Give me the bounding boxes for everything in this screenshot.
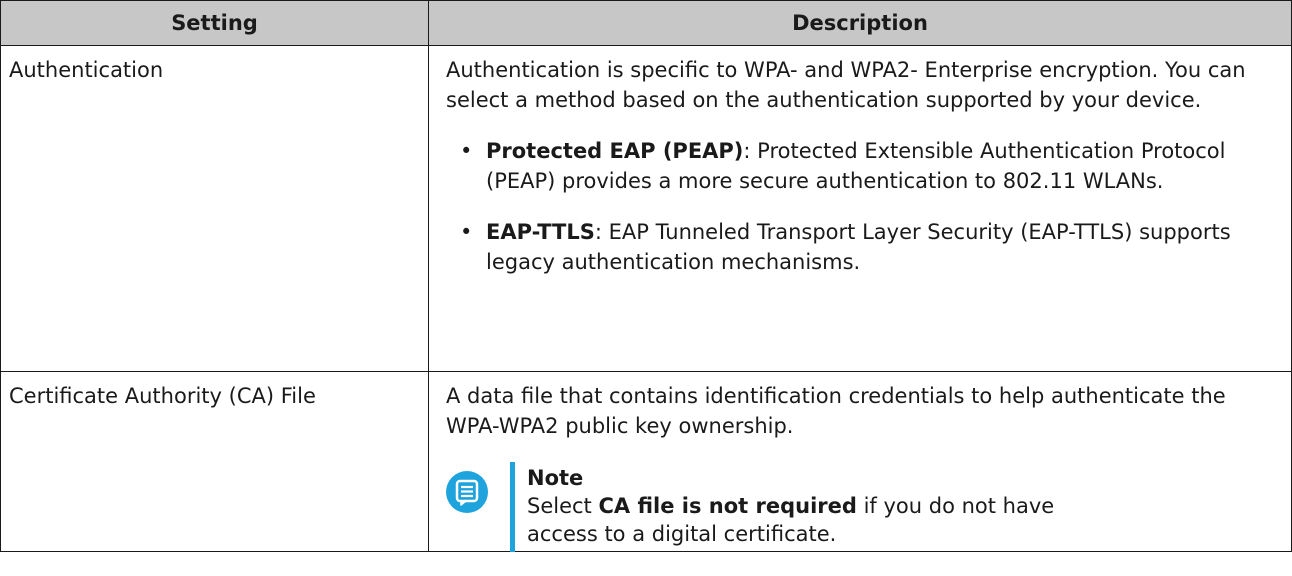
note-suffix: if you do not have [856, 494, 1055, 518]
description-cell: A data file that contains identification… [428, 371, 1292, 552]
table-row: Certificate Authority (CA) File A data f… [0, 371, 1292, 552]
option-term: Protected EAP (PEAP) [486, 139, 744, 163]
table-row: Authentication Authentication is specifi… [0, 45, 1292, 372]
table-header-row: Setting Description [0, 0, 1292, 46]
bullet-icon: • [460, 139, 473, 163]
list-item: • EAP-TTLS: EAP Tunneled Transport Layer… [446, 217, 1283, 277]
description-text: Authentication is specific to WPA- and W… [446, 58, 1246, 112]
note-accent-bar [510, 462, 515, 552]
note-icon [446, 471, 488, 513]
setting-cell: Certificate Authority (CA) File [0, 371, 429, 552]
column-header-description: Description [428, 0, 1292, 46]
note-title: Note [527, 466, 584, 490]
note-prefix: Select [527, 494, 599, 518]
list-item: • Protected EAP (PEAP): Protected Extens… [446, 136, 1283, 196]
option-list: • Protected EAP (PEAP): Protected Extens… [446, 136, 1283, 277]
setting-name: Authentication [9, 58, 164, 82]
description-text: A data file that contains identification… [446, 384, 1226, 438]
note-callout: Note Select CA file is not required if y… [446, 462, 1283, 552]
option-term: EAP-TTLS [486, 220, 595, 244]
setting-cell: Authentication [0, 45, 429, 372]
bullet-icon: • [460, 220, 473, 244]
note-body: Note Select CA file is not required if y… [527, 464, 1054, 548]
settings-table: Setting Description Authentication Authe… [0, 0, 1292, 552]
description-cell: Authentication is specific to WPA- and W… [428, 45, 1292, 372]
setting-name: Certificate Authority (CA) File [9, 384, 316, 408]
column-header-setting: Setting [0, 0, 429, 46]
option-text: : EAP Tunneled Transport Layer Security … [486, 220, 1231, 274]
note-text-line-2: access to a digital certificate. [527, 522, 837, 546]
note-text-line-1: Select CA file is not required if you do… [527, 492, 1054, 520]
note-bold-option: CA file is not required [598, 494, 857, 518]
